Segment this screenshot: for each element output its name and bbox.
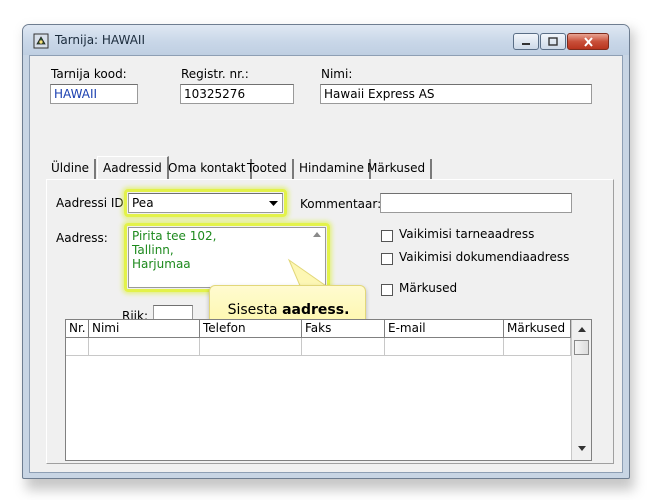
reg-no-label: Registr. nr.:	[181, 67, 249, 81]
title-bar[interactable]: Tarnija: HAWAII	[23, 25, 629, 55]
address-table: Nr. Nimi Telefon Faks E-mail Märkused	[65, 319, 592, 461]
address-id-select[interactable]: Pea	[128, 193, 283, 213]
hint-prefix: Sisesta	[227, 301, 283, 318]
comment-field[interactable]	[380, 193, 572, 213]
supplier-window: Tarnija: HAWAII Tarnija kood: HAWAII Reg…	[22, 24, 630, 479]
table-cell[interactable]	[302, 338, 385, 356]
default-document-address-checkbox[interactable]	[381, 253, 393, 265]
tab-tooted[interactable]: Tooted	[242, 159, 294, 179]
close-icon	[583, 36, 593, 47]
scroll-down-arrow-icon[interactable]	[578, 446, 586, 451]
table-cell[interactable]	[89, 338, 200, 356]
name-label: Nimi:	[321, 67, 353, 81]
maximize-icon	[548, 37, 558, 46]
reg-no-field[interactable]: 10325276	[180, 84, 294, 104]
close-button[interactable]	[567, 33, 609, 50]
table-cell[interactable]	[504, 338, 571, 356]
notes-checkbox[interactable]	[381, 284, 393, 296]
tab-markused[interactable]: Märkused	[362, 159, 433, 179]
supplier-code-field[interactable]: HAWAII	[50, 84, 138, 104]
tab-oma-kontakt[interactable]: Oma kontakt	[163, 159, 253, 179]
column-header-markused[interactable]: Märkused	[504, 320, 571, 338]
table-cell[interactable]	[385, 338, 504, 356]
column-header-faks[interactable]: Faks	[302, 320, 385, 338]
maximize-button[interactable]	[540, 33, 566, 50]
address-line-2: Tallinn,	[132, 243, 174, 257]
address-id-dropdown-button[interactable]	[265, 195, 281, 211]
table-vertical-scrollbar[interactable]	[571, 320, 591, 460]
minimize-button[interactable]	[513, 33, 539, 50]
column-header-nimi[interactable]: Nimi	[89, 320, 200, 338]
tab-aadressid[interactable]: Aadressid	[97, 156, 169, 180]
table-cell[interactable]	[66, 338, 89, 356]
window-title: Tarnija: HAWAII	[55, 33, 145, 47]
minimize-icon	[522, 42, 530, 45]
address-id-label: Aadressi ID:	[56, 196, 128, 210]
table-cell[interactable]	[200, 338, 302, 356]
chevron-down-icon	[268, 200, 278, 206]
name-field[interactable]: Hawaii Express AS	[320, 84, 592, 104]
column-header-telefon[interactable]: Telefon	[200, 320, 302, 338]
notes-checkbox-label: Märkused	[399, 281, 458, 295]
address-id-value: Pea	[132, 196, 154, 210]
address-line-1: Pirita tee 102,	[132, 229, 217, 243]
comment-label: Kommentaar:	[300, 197, 382, 211]
scroll-up-arrow-icon[interactable]	[313, 232, 321, 237]
hint-bold: aadress.	[282, 301, 350, 318]
column-header-email[interactable]: E-mail	[385, 320, 504, 338]
default-delivery-address-label: Vaikimisi tarneaadress	[399, 227, 535, 241]
address-label: Aadress:	[56, 231, 108, 245]
callout-tail	[287, 258, 330, 288]
tab-uldine[interactable]: Üldine	[46, 159, 97, 179]
default-delivery-address-checkbox[interactable]	[381, 230, 393, 242]
scroll-up-arrow-icon[interactable]	[578, 327, 586, 332]
app-icon	[33, 33, 49, 49]
tab-hindamine[interactable]: Hindamine	[294, 159, 371, 179]
column-header-nr[interactable]: Nr.	[66, 320, 89, 338]
scrollbar-thumb[interactable]	[574, 340, 589, 355]
supplier-code-label: Tarnija kood:	[51, 67, 127, 81]
default-document-address-label: Vaikimisi dokumendiaadress	[399, 250, 570, 264]
